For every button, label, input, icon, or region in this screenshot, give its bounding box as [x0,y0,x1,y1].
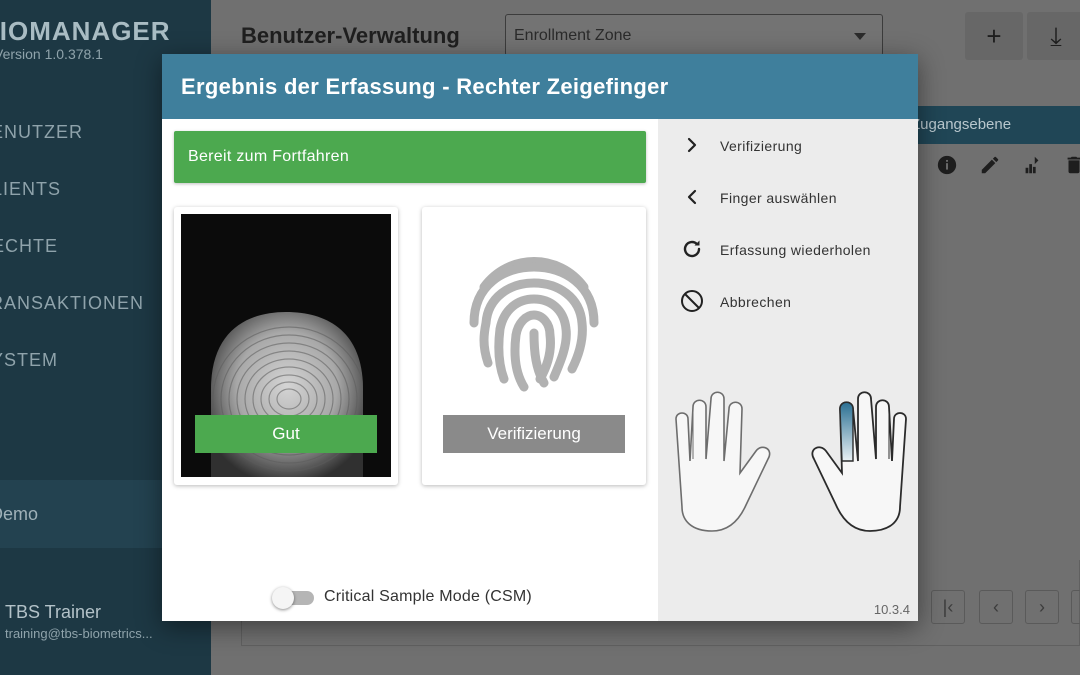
info-icon[interactable] [936,154,958,182]
action-pane: Verifizierung Finger auswählen Erfassung… [658,119,918,621]
quality-indicator: Gut [195,415,377,453]
add-button[interactable]: + [965,12,1023,60]
user-email: training@tbs-biometrics... [5,626,153,641]
first-page-button[interactable]: |‹ [931,590,965,624]
user-name: TBS Trainer [5,602,102,622]
csm-label: Critical Sample Mode (CSM) [324,588,532,605]
refresh-icon [680,237,704,261]
capture-result-dialog: Ergebnis der Erfassung - Rechter Zeigefi… [162,54,918,621]
component-version: 10.3.4 [873,602,910,617]
fingerprint-icon [464,245,604,397]
sidebar-item-clients[interactable]: CLIENTS [0,179,61,200]
delete-icon[interactable] [1063,154,1080,182]
zone-select[interactable]: Enrollment Zone [505,14,883,56]
dialog-header: Ergebnis der Erfassung - Rechter Zeigefi… [162,54,918,119]
verify-button[interactable]: Verifizierung [443,415,625,453]
sidebar-item-transaktionen[interactable]: TRANSAKTIONEN [0,293,144,314]
right-hand-icon[interactable] [811,391,907,532]
status-banner: Bereit zum Fortfahren [174,131,646,183]
verification-card: Verifizierung [422,207,646,485]
menu-item-label: Verifizierung [720,138,803,154]
menu-item-label: Abbrechen [720,294,792,310]
captured-image-card: Gut [174,207,398,485]
edit-icon[interactable] [979,154,1001,182]
column-header-zugangsebene: Zugangsebene [911,116,1012,133]
toggle-thumb[interactable] [272,587,294,609]
left-hand-icon[interactable] [675,391,771,532]
last-page-button[interactable]: ›| [1071,590,1080,624]
zone-select-value: Enrollment Zone [514,27,632,44]
menu-item-erfassung-wiederholen[interactable]: Erfassung wiederholen [658,223,918,275]
chevron-left-icon [680,185,704,209]
fingerprint-action-icon[interactable] [1021,154,1043,182]
next-page-button[interactable]: › [1025,590,1059,624]
sidebar-item-rechte[interactable]: RECHTE [0,236,58,257]
caret-down-icon [854,33,866,40]
table-header: Zugangsebene [911,106,1080,144]
menu-item-label: Finger auswählen [720,190,837,206]
csm-toggle[interactable]: Critical Sample Mode (CSM) [272,584,572,610]
menu-item-label: Erfassung wiederholen [720,242,871,258]
sidebar-item-system[interactable]: SYSTEM [0,350,58,371]
app-version: Version 1.0.378.1 [0,46,103,62]
chevron-right-icon [680,133,704,157]
dialog-title: Ergebnis der Erfassung - Rechter Zeigefi… [181,74,669,99]
page-title: Benutzer-Verwaltung [241,23,460,48]
row-actions [931,154,1080,184]
sidebar-item-benutzer[interactable]: BENUTZER [0,122,83,143]
capture-pane: Bereit zum Fortfahren Gut Verifizierung … [162,119,658,621]
status-text: Bereit zum Fortfahren [188,148,350,165]
menu-item-abbrechen[interactable]: Abbrechen [658,275,918,327]
cancel-icon [680,289,704,313]
sidebar-section-label: Demo [0,504,39,524]
menu-item-verifizierung[interactable]: Verifizierung [658,119,918,171]
download-button[interactable]: ⤓ [1027,12,1080,60]
app-brand: BIOMANAGER [0,16,171,46]
hand-finger-selector [668,389,913,539]
right-index-finger-highlight [839,401,854,462]
prev-page-button[interactable]: ‹ [979,590,1013,624]
menu-item-finger-auswaehlen[interactable]: Finger auswählen [658,171,918,223]
